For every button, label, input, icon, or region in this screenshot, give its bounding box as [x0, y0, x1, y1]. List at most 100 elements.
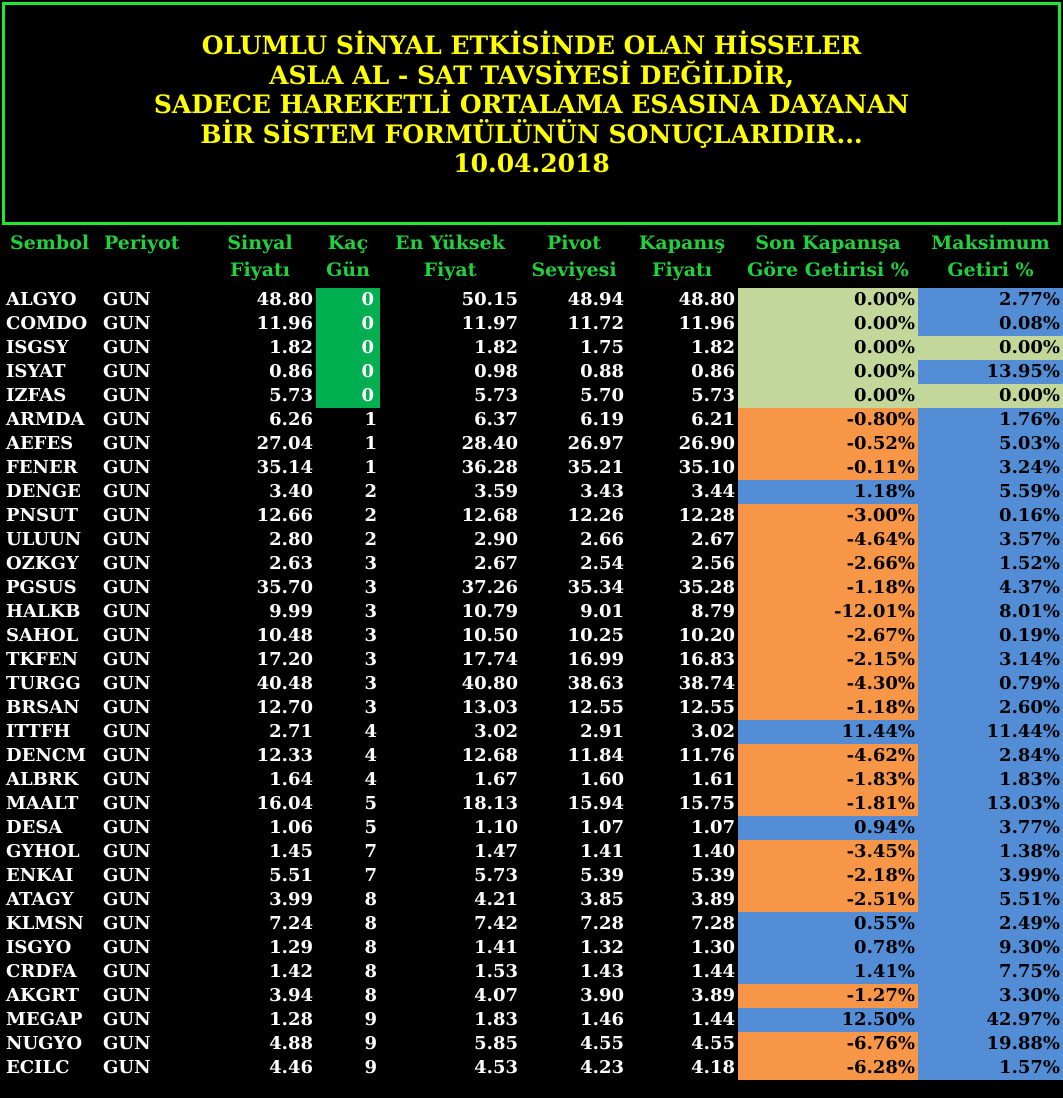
cell-max-return: 3.99% — [918, 864, 1063, 888]
cell-high: 1.67 — [474, 769, 518, 790]
cell-high: 7.42 — [474, 913, 518, 934]
cell-period: GUN — [103, 529, 151, 550]
cell-signal-price: 35.14 — [256, 457, 313, 478]
cell-period: GUN — [103, 961, 151, 982]
banner-date: 10.04.2018 — [453, 149, 610, 178]
cell-close: 7.28 — [691, 913, 735, 934]
cell-period: GUN — [103, 625, 151, 646]
cell-signal-price: 27.04 — [256, 433, 313, 454]
table-row: AKGRT GUN 3.94 8 4.07 3.90 3.89 -1.27% 3.30% — [0, 984, 1063, 1008]
cell-pivot: 2.66 — [580, 529, 624, 550]
cell-days: 4 — [364, 721, 377, 742]
cell-last-return: -4.62% — [738, 744, 918, 768]
cell-last-return: -6.76% — [738, 1032, 918, 1056]
table-row: COMDO GUN 11.96 0 11.97 11.72 11.96 0.00% 0.08% — [0, 312, 1063, 336]
cell-last-return: -6.28% — [738, 1056, 918, 1080]
cell-days: 3 — [364, 625, 377, 646]
cell-pivot: 4.23 — [580, 1057, 624, 1078]
table-row: ENKAI GUN 5.51 7 5.73 5.39 5.39 -2.18% 3.99% — [0, 864, 1063, 888]
cell-close: 2.67 — [691, 529, 735, 550]
table-row: ITTFH GUN 2.71 4 3.02 2.91 3.02 11.44% 11.44% — [0, 720, 1063, 744]
cell-close: 3.89 — [691, 985, 735, 1006]
cell-period: GUN — [103, 385, 151, 406]
header-pivot-seviyesi: Pivot Seviyesi — [531, 232, 617, 281]
cell-max-return: 2.77% — [918, 288, 1063, 312]
cell-last-return: -2.15% — [738, 648, 918, 672]
table-row: ATAGY GUN 3.99 8 4.21 3.85 3.89 -2.51% 5.51% — [0, 888, 1063, 912]
cell-period: GUN — [103, 1057, 151, 1078]
cell-days: 9 — [364, 1057, 377, 1078]
cell-signal-price: 16.04 — [256, 793, 313, 814]
header-periyot: Periyot — [104, 232, 180, 254]
cell-close: 8.79 — [691, 601, 735, 622]
cell-last-return: 0.00% — [738, 312, 918, 336]
cell-period: GUN — [103, 457, 151, 478]
cell-close: 3.02 — [691, 721, 735, 742]
cell-symbol: DESA — [6, 817, 63, 838]
cell-days: 3 — [364, 649, 377, 670]
cell-days: 9 — [364, 1009, 377, 1030]
cell-close: 1.44 — [691, 1009, 735, 1030]
cell-signal-price: 2.63 — [269, 553, 313, 574]
cell-high: 2.67 — [474, 553, 518, 574]
table-row: ARMDA GUN 6.26 1 6.37 6.19 6.21 -0.80% 1.76% — [0, 408, 1063, 432]
cell-max-return: 0.19% — [918, 624, 1063, 648]
cell-close: 1.61 — [691, 769, 735, 790]
cell-high: 1.10 — [474, 817, 518, 838]
cell-signal-price: 4.88 — [269, 1033, 313, 1054]
cell-period: GUN — [103, 361, 151, 382]
cell-period: GUN — [103, 649, 151, 670]
cell-days: 3 — [364, 577, 377, 598]
cell-signal-price: 10.48 — [256, 625, 313, 646]
cell-pivot: 4.55 — [580, 1033, 624, 1054]
cell-signal-price: 3.99 — [269, 889, 313, 910]
cell-symbol: COMDO — [6, 313, 88, 334]
cell-last-return: -3.45% — [738, 840, 918, 864]
cell-max-return: 0.16% — [918, 504, 1063, 528]
cell-close: 0.86 — [691, 361, 735, 382]
cell-max-return: 0.79% — [918, 672, 1063, 696]
data-table: ALGYO GUN 48.80 0 50.15 48.94 48.80 0.00% 2.77% C… — [0, 288, 1063, 1080]
cell-last-return: -2.67% — [738, 624, 918, 648]
cell-signal-price: 7.24 — [269, 913, 313, 934]
cell-last-return: -1.18% — [738, 576, 918, 600]
cell-period: GUN — [103, 769, 151, 790]
cell-close: 11.76 — [678, 745, 735, 766]
cell-days: 8 — [364, 985, 377, 1006]
cell-last-return: -0.11% — [738, 456, 918, 480]
cell-signal-price: 12.33 — [256, 745, 313, 766]
cell-high: 1.82 — [474, 337, 518, 358]
table-row: NUGYO GUN 4.88 9 5.85 4.55 4.55 -6.76% 19.88% — [0, 1032, 1063, 1056]
table-row: MEGAP GUN 1.28 9 1.83 1.46 1.44 12.50% 42.97% — [0, 1008, 1063, 1032]
table-row: HALKB GUN 9.99 3 10.79 9.01 8.79 -12.01% 8.01% — [0, 600, 1063, 624]
table-row: DENCM GUN 12.33 4 12.68 11.84 11.76 -4.62% 2.84% — [0, 744, 1063, 768]
cell-max-return: 3.30% — [918, 984, 1063, 1008]
cell-symbol: OZKGY — [6, 553, 79, 574]
cell-signal-price: 3.94 — [269, 985, 313, 1006]
cell-days: 1 — [364, 457, 377, 478]
cell-symbol: ARMDA — [6, 409, 85, 430]
cell-days: 0 — [316, 312, 380, 336]
cell-close: 26.90 — [678, 433, 735, 454]
table-row: PGSUS GUN 35.70 3 37.26 35.34 35.28 -1.18% 4.37% — [0, 576, 1063, 600]
table-row: KLMSN GUN 7.24 8 7.42 7.28 7.28 0.55% 2.49% — [0, 912, 1063, 936]
cell-close: 11.96 — [678, 313, 735, 334]
cell-symbol: AKGRT — [6, 985, 80, 1006]
cell-close: 35.28 — [678, 577, 735, 598]
cell-close: 1.44 — [691, 961, 735, 982]
cell-days: 1 — [364, 409, 377, 430]
cell-period: GUN — [103, 697, 151, 718]
cell-high: 11.97 — [461, 313, 518, 334]
cell-symbol: DENCM — [6, 745, 87, 766]
cell-close: 16.83 — [678, 649, 735, 670]
cell-pivot: 3.85 — [580, 889, 624, 910]
cell-max-return: 2.60% — [918, 696, 1063, 720]
cell-pivot: 9.01 — [580, 601, 624, 622]
table-row: CRDFA GUN 1.42 8 1.53 1.43 1.44 1.41% 7.75% — [0, 960, 1063, 984]
cell-signal-price: 40.48 — [256, 673, 313, 694]
cell-signal-price: 3.40 — [269, 481, 313, 502]
cell-pivot: 35.21 — [567, 457, 624, 478]
cell-symbol: TURGG — [6, 673, 81, 694]
cell-last-return: 0.00% — [738, 288, 918, 312]
cell-max-return: 3.57% — [918, 528, 1063, 552]
